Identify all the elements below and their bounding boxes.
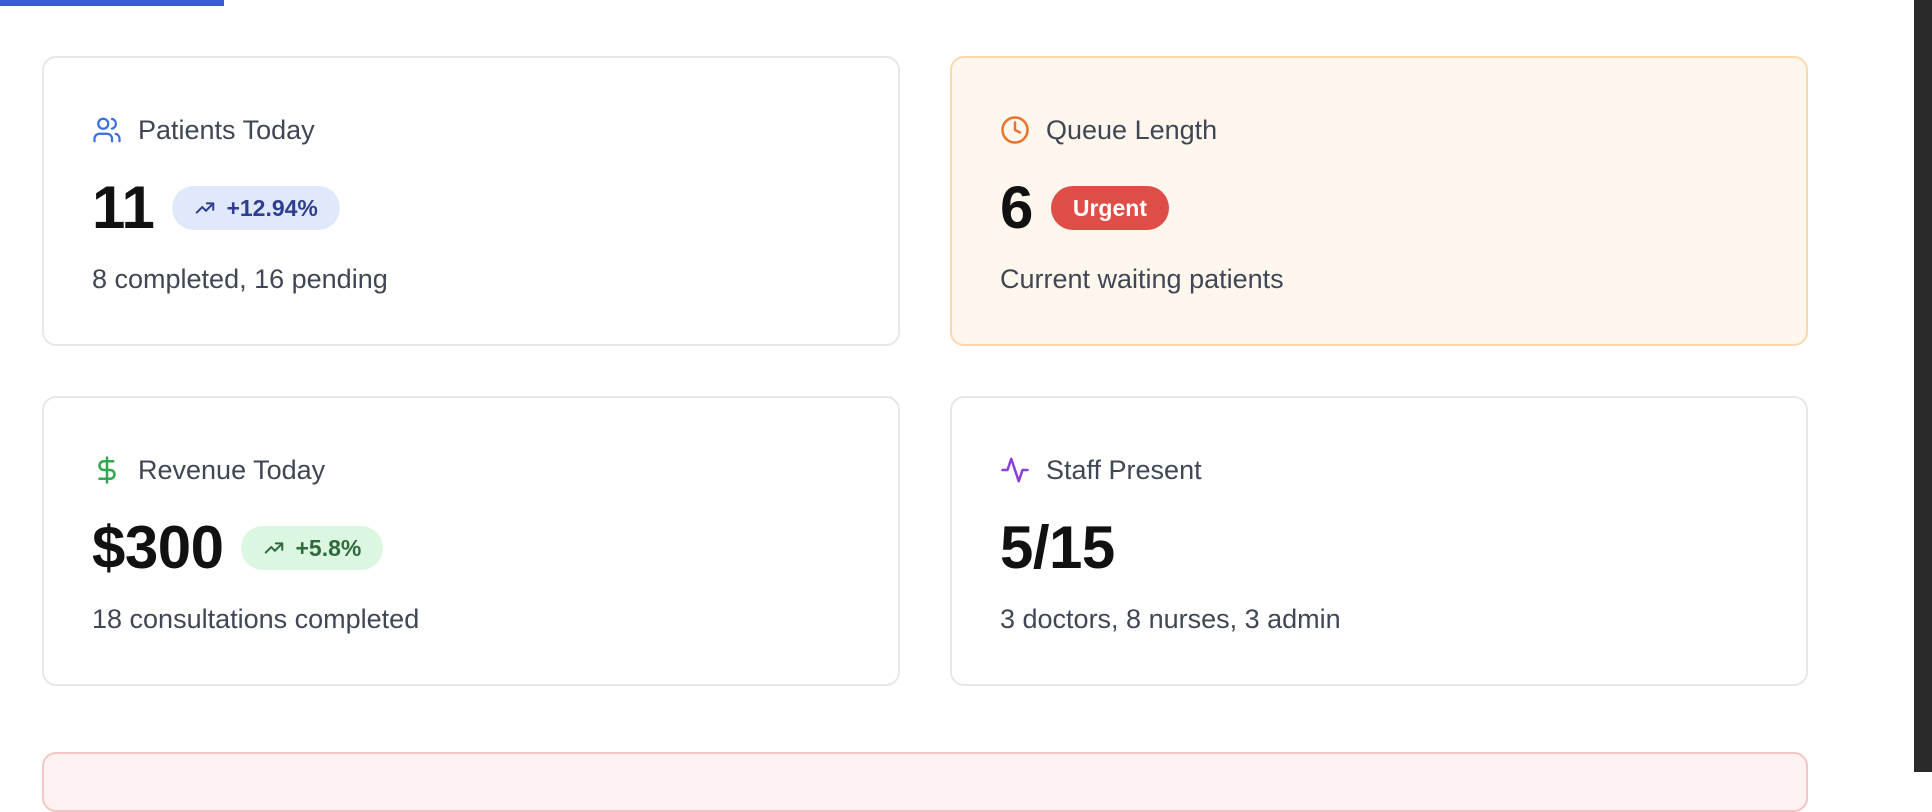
queue-count: 6 <box>1000 174 1033 241</box>
card-header: Revenue Today <box>92 450 850 490</box>
scrollbar[interactable] <box>1914 0 1932 772</box>
card-subtext: Current waiting patients <box>1000 264 1284 294</box>
trend-badge: +12.94% <box>172 186 340 230</box>
staff-count: 5/15 <box>1000 514 1115 581</box>
clock-icon <box>1000 115 1030 145</box>
card-title: Patients Today <box>138 114 315 145</box>
trend-badge-label: +12.94% <box>226 194 318 221</box>
card-title: Queue Length <box>1046 114 1218 145</box>
value-row: 6 Urgent <box>1000 176 1758 240</box>
queue-length-card: Queue Length 6 Urgent Current waiting pa… <box>950 56 1808 346</box>
stats-grid: Patients Today 11 +12.94% 8 completed, 1… <box>42 56 1808 686</box>
card-title: Staff Present <box>1046 454 1202 485</box>
staff-present-card: Staff Present 5/15 3 doctors, 8 nurses, … <box>950 396 1808 686</box>
revenue-today-card: Revenue Today $300 +5.8% 18 consultation… <box>42 396 900 686</box>
card-title: Revenue Today <box>138 454 326 485</box>
trend-badge-label: +5.8% <box>295 534 362 561</box>
value-row: $300 +5.8% <box>92 516 850 580</box>
urgent-badge: Urgent <box>1050 186 1169 230</box>
trending-up-icon <box>265 542 284 554</box>
top-progress-indicator <box>0 0 224 6</box>
value-row: 5/15 <box>1000 516 1758 580</box>
users-icon <box>92 115 122 145</box>
patients-count: 11 <box>92 174 155 241</box>
trending-up-icon <box>196 202 215 214</box>
activity-icon <box>1000 455 1030 485</box>
trend-badge: +5.8% <box>241 526 384 570</box>
dollar-icon <box>92 455 122 485</box>
alert-card <box>42 752 1808 812</box>
revenue-amount: $300 <box>92 514 224 581</box>
card-subtext: 3 doctors, 8 nurses, 3 admin <box>1000 604 1341 634</box>
card-subtext: 18 consultations completed <box>92 604 420 634</box>
card-header: Staff Present <box>1000 450 1758 490</box>
value-row: 11 +12.94% <box>92 176 850 240</box>
card-header: Queue Length <box>1000 110 1758 150</box>
card-header: Patients Today <box>92 110 850 150</box>
patients-today-card: Patients Today 11 +12.94% 8 completed, 1… <box>42 56 900 346</box>
card-subtext: 8 completed, 16 pending <box>92 264 388 294</box>
